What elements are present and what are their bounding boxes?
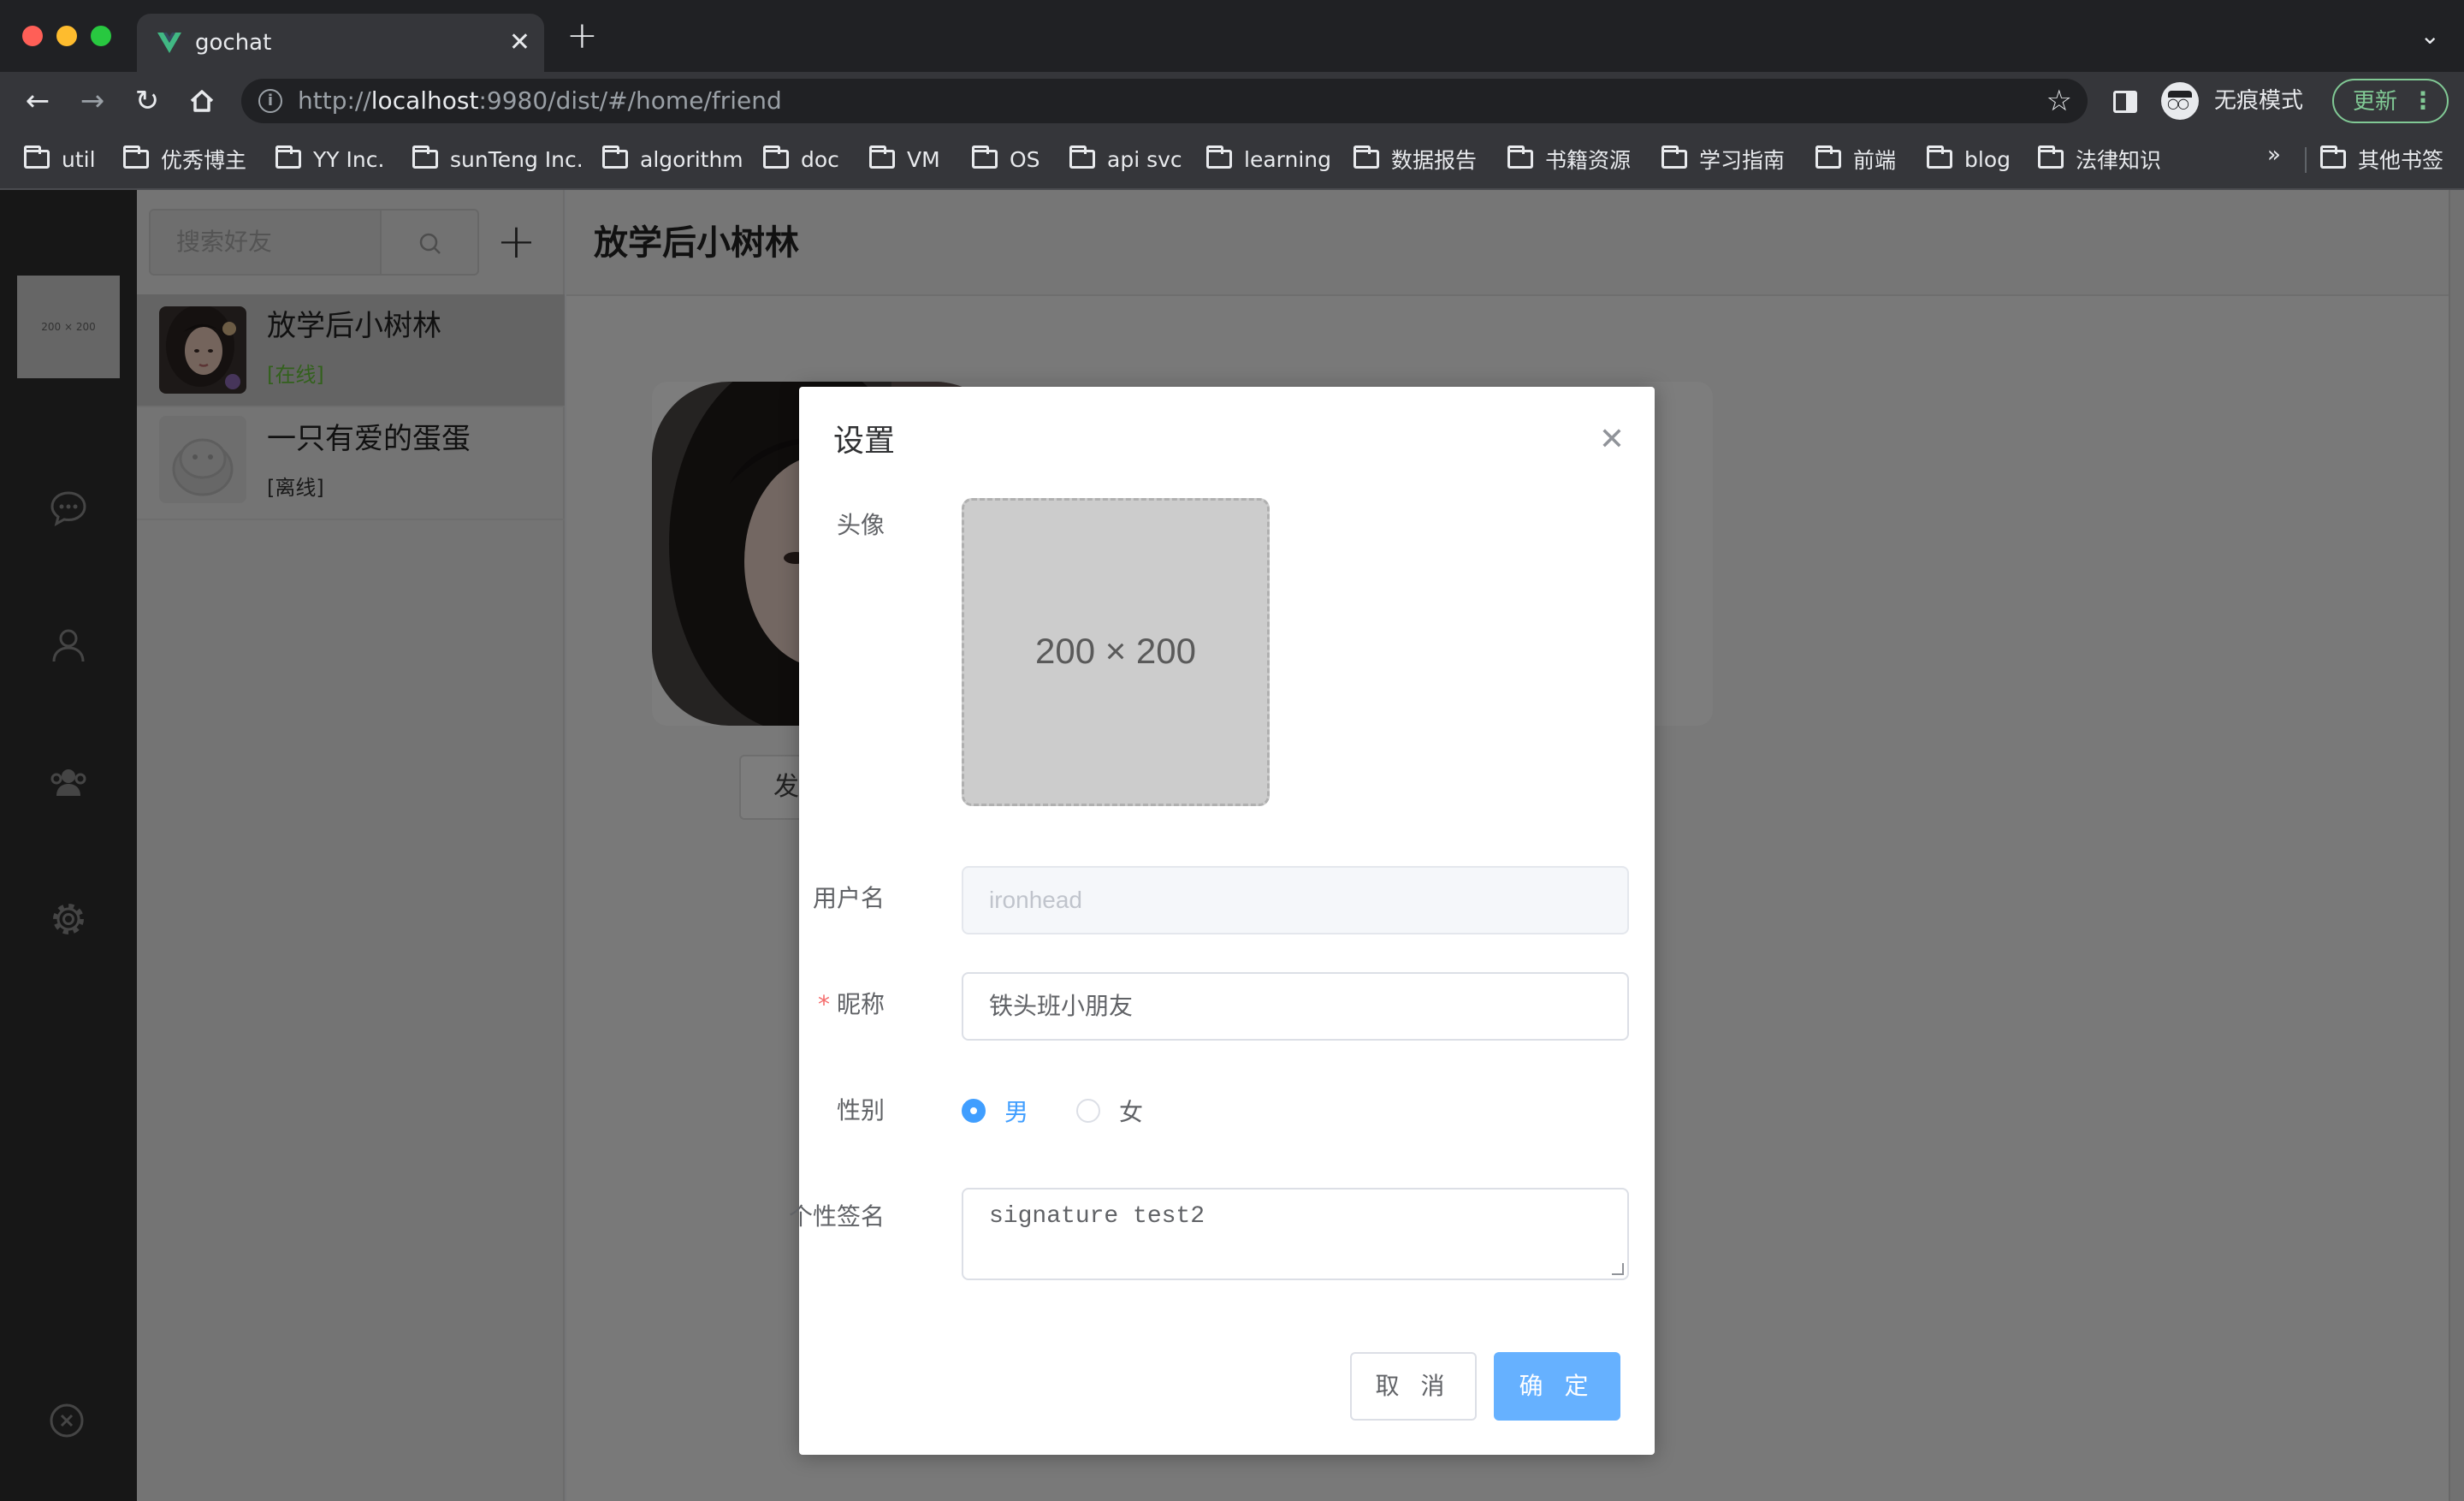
confirm-button[interactable]: 确 定: [1494, 1352, 1620, 1421]
bookmark-folder[interactable]: learning: [1206, 144, 1331, 175]
menu-dots-icon: ⋮: [2411, 86, 2435, 115]
new-tab-icon[interactable]: +: [566, 17, 598, 55]
signature-textarea[interactable]: signature test2: [962, 1188, 1629, 1280]
cancel-button[interactable]: 取 消: [1350, 1352, 1477, 1421]
signature-text: signature test2: [989, 1203, 1205, 1230]
resize-handle-icon[interactable]: [1612, 1263, 1624, 1275]
window-minimize-button[interactable]: [56, 26, 77, 46]
folder-icon: [24, 145, 50, 169]
bookmark-folder[interactable]: 优秀博主: [123, 144, 246, 175]
folder-icon: [1069, 145, 1095, 169]
folder-icon: [1927, 145, 1952, 169]
bookmark-folder[interactable]: sunTeng Inc.: [412, 144, 583, 175]
bookmark-folder[interactable]: api svc: [1069, 144, 1182, 175]
bookmark-star-icon[interactable]: ☆: [2046, 84, 2072, 118]
folder-icon: [869, 145, 895, 169]
folder-icon: [602, 145, 628, 169]
folder-icon: [1815, 145, 1841, 169]
avatar-label: 头像: [836, 511, 885, 539]
folder-icon: [2320, 145, 2346, 169]
username-input[interactable]: ironhead: [962, 866, 1629, 934]
forward-arrow-icon[interactable]: →: [75, 84, 110, 118]
bookmark-folder[interactable]: OS: [972, 144, 1040, 175]
other-bookmarks-folder[interactable]: 其他书签: [2320, 144, 2443, 175]
username-label: 用户名: [812, 884, 885, 912]
folder-icon: [1353, 145, 1379, 169]
browser-tab[interactable]: gochat ✕: [137, 14, 544, 72]
nickname-input[interactable]: 铁头班小朋友: [962, 972, 1629, 1041]
bookmark-folder[interactable]: YY Inc.: [275, 144, 384, 175]
bookmark-folder[interactable]: 数据报告: [1353, 144, 1477, 175]
avatar-placeholder-text: 200 × 200: [1034, 631, 1196, 671]
radio-unchecked-icon: [1076, 1099, 1100, 1123]
bookmark-folder[interactable]: blog: [1927, 144, 2011, 175]
folder-icon: [763, 145, 789, 169]
bookmark-folder[interactable]: 法律知识: [2038, 144, 2161, 175]
folder-icon: [123, 145, 149, 169]
vue-logo-icon: [157, 33, 181, 53]
bookmark-folder[interactable]: util: [24, 144, 96, 175]
settings-dialog: 设置 ✕ 头像 200 × 200 用户名 ironhead * 昵称 铁头班小朋…: [789, 387, 1655, 1455]
incognito-icon: [2161, 82, 2199, 120]
address-bar[interactable]: i http://localhost:9980/dist/#/home/frie…: [241, 79, 2088, 123]
radio-checked-icon: [962, 1099, 986, 1123]
incognito-label: 无痕模式: [2214, 88, 2304, 114]
back-arrow-icon[interactable]: ←: [21, 84, 55, 118]
folder-icon: [1206, 145, 1232, 169]
bookmark-folder[interactable]: 前端: [1815, 144, 1896, 175]
browser-tabstrip: gochat ✕ + ⌄: [0, 0, 2464, 72]
reload-icon[interactable]: ↻: [130, 84, 164, 118]
bookmark-folder[interactable]: algorithm: [602, 144, 743, 175]
side-panel-icon[interactable]: [2113, 91, 2137, 113]
home-icon[interactable]: [185, 84, 219, 118]
folder-icon: [972, 145, 998, 169]
update-button[interactable]: 更新 ⋮: [2332, 79, 2449, 123]
bookmarks-overflow-icon[interactable]: »: [2267, 142, 2281, 168]
tab-close-icon[interactable]: ✕: [509, 27, 530, 58]
folder-icon: [2038, 145, 2064, 169]
required-asterisk: *: [817, 990, 830, 1018]
url-text[interactable]: http://localhost:9980/dist/#/home/friend: [298, 87, 782, 115]
avatar-upload[interactable]: 200 × 200: [962, 498, 1270, 806]
bookmark-folder[interactable]: 书籍资源: [1507, 144, 1631, 175]
tab-title: gochat: [195, 30, 272, 56]
update-label: 更新: [2353, 89, 2398, 115]
folder-icon: [1507, 145, 1533, 169]
tab-search-chevron-icon[interactable]: ⌄: [2420, 24, 2440, 48]
bookmarks-divider: [2305, 147, 2307, 173]
gender-label: 性别: [836, 1096, 885, 1124]
folder-icon: [1661, 145, 1687, 169]
signature-label: 个性签名: [788, 1202, 885, 1231]
bookmarks-bar: util 优秀博主 YY Inc. sunTeng Inc. algorithm…: [0, 130, 2464, 190]
bookmark-folder[interactable]: VM: [869, 144, 940, 175]
close-icon[interactable]: ✕: [1591, 419, 1632, 460]
bookmark-folder[interactable]: doc: [763, 144, 839, 175]
browser-toolbar: ← → ↻ i http://localhost:9980/dist/#/hom…: [0, 72, 2464, 130]
site-info-icon[interactable]: i: [258, 89, 282, 113]
folder-icon: [412, 145, 438, 169]
window-maximize-button[interactable]: [91, 26, 111, 46]
window-close-button[interactable]: [22, 26, 43, 46]
gender-radio-group: 男 女: [962, 1094, 1304, 1128]
gender-male-radio[interactable]: 男: [962, 1094, 1028, 1128]
bookmark-folder[interactable]: 学习指南: [1661, 144, 1785, 175]
folder-icon: [275, 145, 301, 169]
dialog-title: 设置: [833, 424, 896, 459]
nickname-label: * 昵称: [817, 990, 885, 1018]
gender-female-radio[interactable]: 女: [1076, 1094, 1143, 1128]
